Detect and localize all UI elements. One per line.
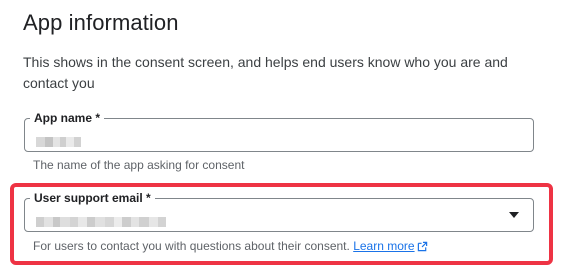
support-email-label: User support email *	[30, 190, 155, 206]
support-email-select[interactable]: User support email *	[24, 190, 534, 232]
support-email-redacted-value	[36, 214, 166, 227]
app-name-field[interactable]: App name *	[24, 110, 534, 152]
app-name-hint: The name of the app asking for consent	[33, 158, 245, 172]
support-email-hint-text: For users to contact you with questions …	[33, 239, 350, 253]
section-description: This shows in the consent screen, and he…	[23, 54, 508, 91]
external-link-icon[interactable]	[417, 241, 428, 252]
section-title: App information	[23, 10, 179, 35]
app-name-redacted-value	[36, 134, 81, 147]
support-email-hint: For users to contact you with questions …	[33, 238, 428, 254]
app-name-label: App name *	[30, 110, 105, 126]
dropdown-caret-icon[interactable]	[509, 212, 519, 218]
learn-more-link[interactable]: Learn more	[353, 239, 414, 253]
